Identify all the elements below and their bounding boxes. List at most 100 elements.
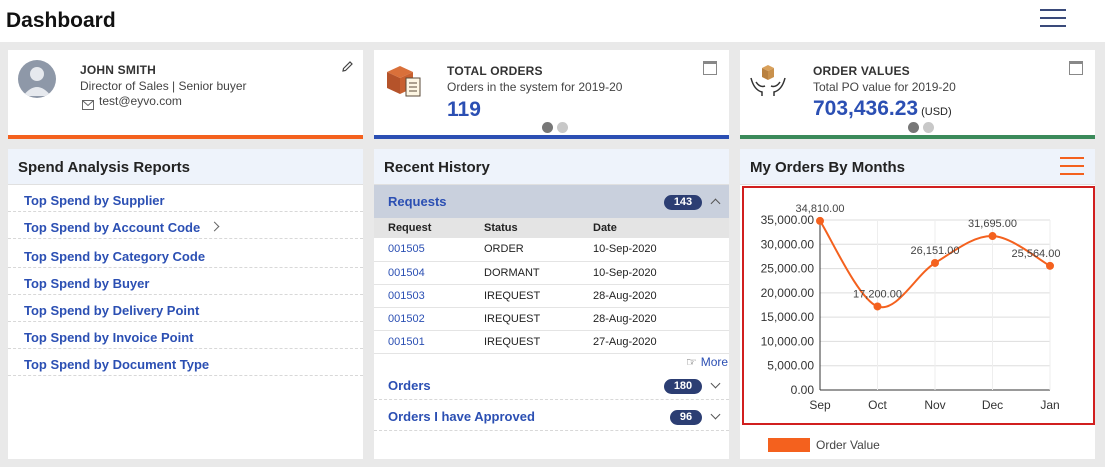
- chevron-up-icon[interactable]: [710, 198, 721, 209]
- requests-accordion-label[interactable]: Requests: [388, 194, 447, 209]
- x-tick-label: Nov: [924, 398, 945, 412]
- spend-analysis-header: Spend Analysis Reports: [8, 149, 363, 185]
- data-point: [873, 302, 882, 311]
- hands-box-icon: [748, 62, 788, 105]
- data-label: 17,200.00: [853, 288, 902, 300]
- profile-email: test@eyvo.com: [99, 94, 182, 108]
- request-date: 10-Sep-2020: [579, 261, 729, 285]
- request-id-link[interactable]: 001502: [374, 307, 470, 331]
- calendar-icon[interactable]: [1069, 61, 1083, 75]
- chevron-right-icon[interactable]: [209, 221, 220, 232]
- avatar: [18, 60, 56, 98]
- table-row[interactable]: 001503 IREQUEST 28-Aug-2020: [374, 284, 729, 308]
- y-tick-label: 25,000.00: [761, 262, 815, 276]
- orders-chart-frame: 0.00 5,000.00 10,000.00 15,000.00 20,000.00 2…: [742, 186, 1095, 425]
- request-id-link[interactable]: 001501: [374, 330, 470, 354]
- order-values-accent-bar: [740, 135, 1095, 139]
- spend-link-invoice-point[interactable]: Top Spend by Invoice Point: [8, 322, 363, 349]
- spend-link-label[interactable]: Top Spend by Category Code: [24, 249, 205, 264]
- spend-link-label[interactable]: Top Spend by Delivery Point: [24, 303, 199, 318]
- carousel-dot[interactable]: [923, 122, 934, 133]
- table-row[interactable]: 001501 IREQUEST 27-Aug-2020: [374, 330, 729, 354]
- approved-orders-accordion-label[interactable]: Orders I have Approved: [388, 409, 535, 424]
- spend-link-delivery-point[interactable]: Top Spend by Delivery Point: [8, 295, 363, 322]
- top-bar: Dashboard: [0, 0, 1105, 42]
- orders-accordion-label[interactable]: Orders: [388, 378, 431, 393]
- chart-legend[interactable]: Order Value: [768, 438, 880, 452]
- data-point: [931, 258, 939, 267]
- spend-link-category-code[interactable]: Top Spend by Category Code: [8, 241, 363, 268]
- orders-by-months-header: My Orders By Months: [740, 149, 1095, 185]
- recent-history-title: Recent History: [384, 159, 490, 176]
- spend-link-account-code[interactable]: Top Spend by Account Code: [8, 212, 363, 239]
- data-point: [816, 216, 824, 225]
- total-orders-card: TOTAL ORDERS Orders in the system for 20…: [374, 50, 729, 139]
- order-values-heading: ORDER VALUES: [813, 64, 910, 78]
- total-orders-value: 119: [447, 98, 481, 121]
- requests-accordion[interactable]: Requests 143: [374, 185, 729, 218]
- x-tick-label: Oct: [868, 398, 887, 412]
- carousel-dot[interactable]: [542, 122, 553, 133]
- request-date: 28-Aug-2020: [579, 307, 729, 331]
- more-link[interactable]: ☞ More: [686, 355, 728, 369]
- request-id-link[interactable]: 001505: [374, 238, 470, 262]
- chart-menu-icon[interactable]: [1060, 157, 1084, 175]
- profile-accent-bar: [8, 135, 363, 139]
- carousel-dots: [542, 122, 568, 133]
- data-point: [1046, 261, 1054, 270]
- spend-link-document-type[interactable]: Top Spend by Document Type: [8, 349, 363, 376]
- orders-accent-bar: [374, 135, 729, 139]
- y-tick-label: 35,000.00: [761, 213, 815, 227]
- chevron-down-icon[interactable]: [710, 409, 721, 420]
- order-values-amount: 703,436.23: [813, 97, 919, 120]
- data-point: [988, 232, 997, 241]
- table-row[interactable]: 001502 IREQUEST 28-Aug-2020: [374, 307, 729, 331]
- request-date: 28-Aug-2020: [579, 284, 729, 308]
- y-tick-label: 15,000.00: [761, 310, 815, 324]
- edit-icon[interactable]: [341, 60, 354, 78]
- table-row[interactable]: 001504 DORMANT 10-Sep-2020: [374, 261, 729, 285]
- request-id-link[interactable]: 001503: [374, 284, 470, 308]
- chevron-down-icon[interactable]: [710, 378, 721, 389]
- order-values-value: 703,436.23 (USD): [813, 97, 952, 121]
- orders-accordion[interactable]: Orders 180: [374, 372, 729, 400]
- spend-link-label[interactable]: Top Spend by Buyer: [24, 276, 149, 291]
- spend-link-label[interactable]: Top Spend by Account Code: [24, 220, 200, 235]
- spend-link-label[interactable]: Top Spend by Supplier: [24, 193, 165, 208]
- table-row[interactable]: 001505 ORDER 10-Sep-2020: [374, 238, 729, 262]
- spend-link-buyer[interactable]: Top Spend by Buyer: [8, 268, 363, 295]
- carousel-dot[interactable]: [908, 122, 919, 133]
- profile-role: Director of Sales | Senior buyer: [80, 79, 247, 93]
- order-values-unit: (USD): [921, 106, 952, 118]
- y-tick-label: 0.00: [791, 383, 815, 397]
- y-tick-label: 10,000.00: [761, 334, 815, 348]
- data-label: 34,810.00: [796, 203, 845, 215]
- thumbs-pointer-icon[interactable]: ☞: [686, 355, 697, 369]
- spend-link-label[interactable]: Top Spend by Invoice Point: [24, 330, 194, 345]
- request-status: DORMANT: [470, 261, 579, 285]
- legend-label: Order Value: [816, 438, 880, 452]
- column-header-date: Date: [579, 218, 729, 238]
- spend-link-supplier[interactable]: Top Spend by Supplier: [8, 185, 363, 212]
- y-tick-label: 5,000.00: [767, 359, 814, 373]
- total-orders-heading: TOTAL ORDERS: [447, 64, 543, 78]
- x-tick-label: Jan: [1040, 398, 1059, 412]
- spend-analysis-panel: Spend Analysis Reports Top Spend by Supp…: [8, 149, 363, 459]
- spend-link-label[interactable]: Top Spend by Document Type: [24, 357, 209, 372]
- more-link-label[interactable]: More: [701, 355, 728, 369]
- request-id-link[interactable]: 001504: [374, 261, 470, 285]
- order-values-card: ORDER VALUES Total PO value for 2019-20 …: [740, 50, 1095, 139]
- request-status: IREQUEST: [470, 284, 579, 308]
- column-header-request: Request: [374, 218, 470, 238]
- calendar-icon[interactable]: [703, 61, 717, 75]
- orders-by-months-title: My Orders By Months: [750, 159, 906, 176]
- orders-line-chart: 0.00 5,000.00 10,000.00 15,000.00 20,000.00 2…: [761, 203, 1061, 412]
- carousel-dot[interactable]: [557, 122, 568, 133]
- column-header-status: Status: [470, 218, 579, 238]
- approved-orders-accordion[interactable]: Orders I have Approved 96: [374, 403, 729, 431]
- y-tick-label: 20,000.00: [761, 286, 815, 300]
- orders-count-badge: 180: [664, 379, 702, 394]
- main-menu-icon[interactable]: [1040, 9, 1066, 29]
- request-date: 27-Aug-2020: [579, 330, 729, 354]
- legend-swatch: [768, 438, 810, 452]
